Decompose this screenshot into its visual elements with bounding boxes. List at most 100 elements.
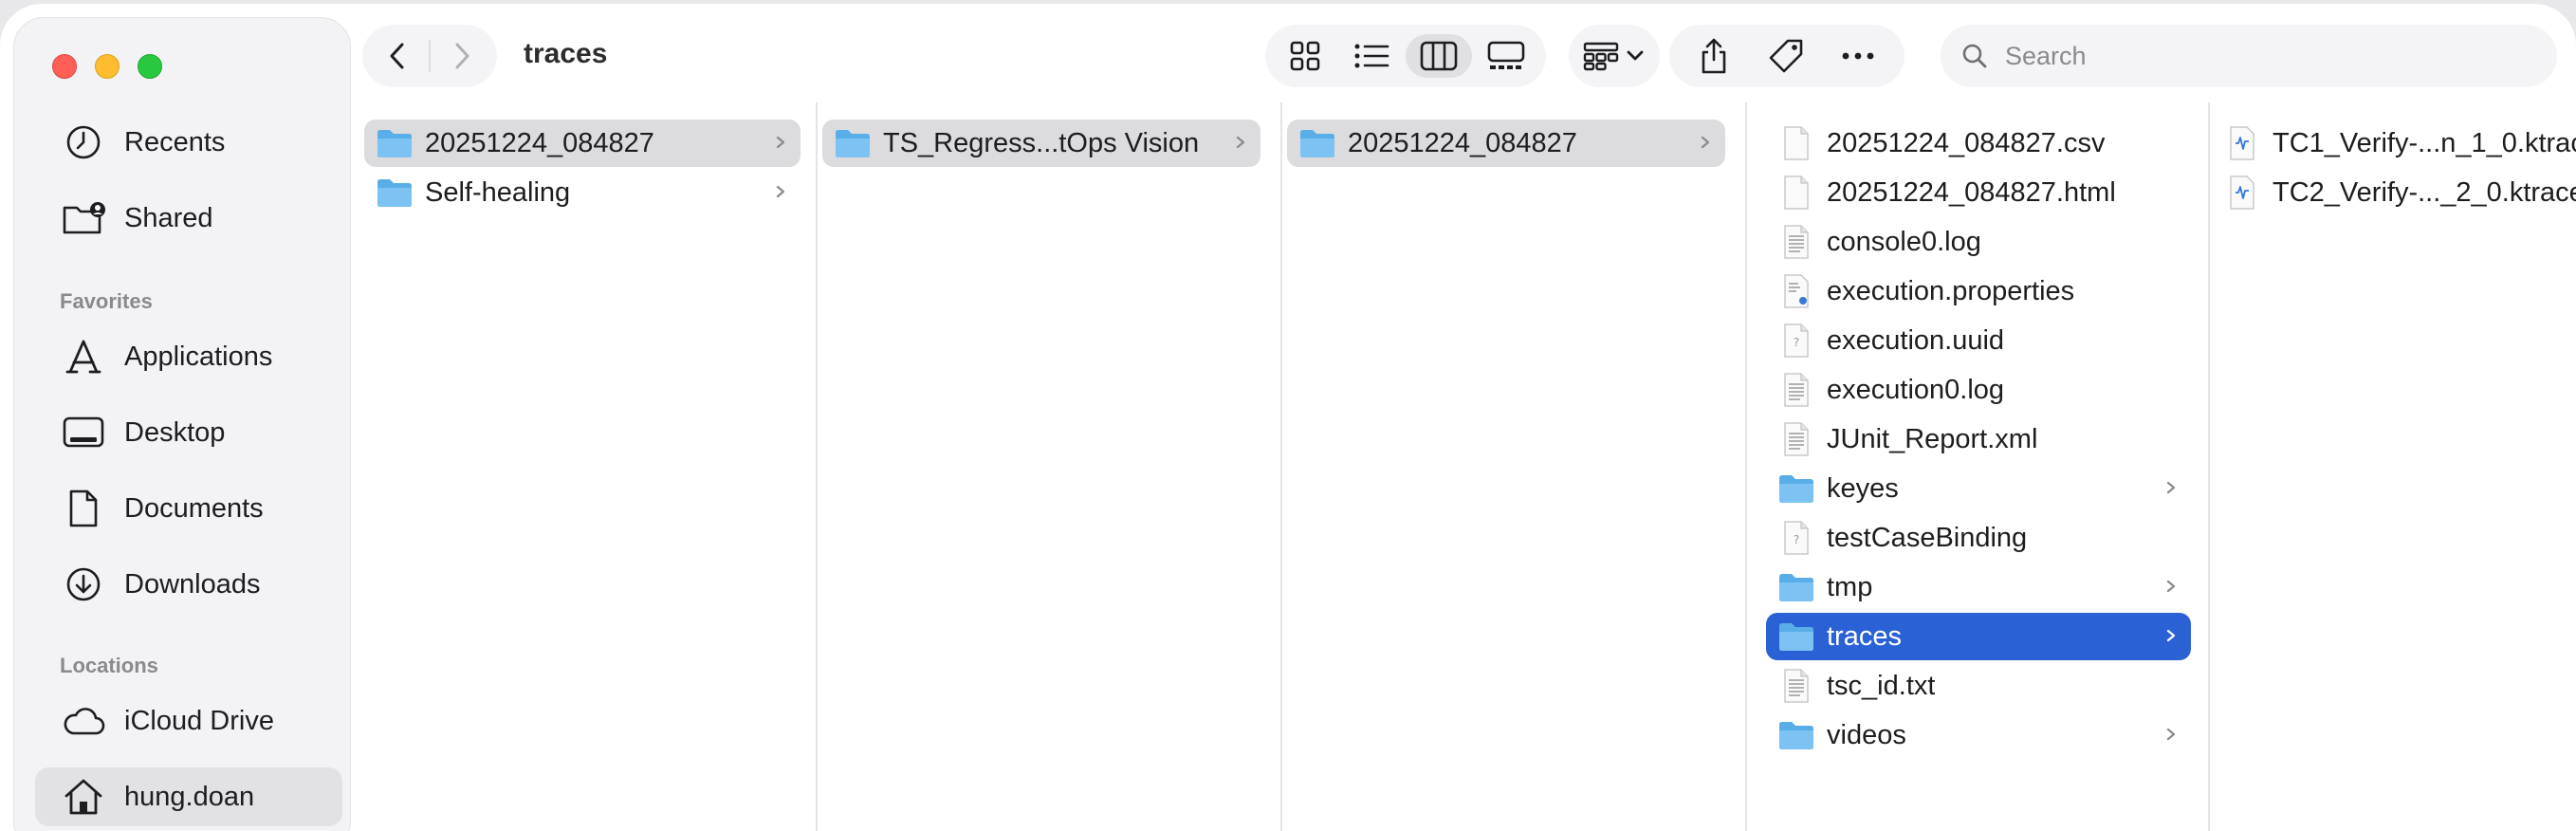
folder-row[interactable]: TS_Regress...tOps Vision [822, 120, 1260, 167]
applications-icon [62, 335, 105, 379]
item-name: TC1_Verify-...n_1_0.ktrace [2272, 127, 2576, 158]
locations-header: Locations [60, 654, 158, 677]
column-divider[interactable] [1745, 102, 1747, 831]
list-view-button[interactable] [1341, 34, 1402, 78]
folder-row[interactable]: videos [1766, 711, 2191, 759]
file-row[interactable]: execution.properties [1766, 268, 2191, 315]
unknown-file-icon: ? [1777, 323, 1815, 358]
column-divider[interactable] [1280, 102, 1282, 831]
sidebar-item-label: Desktop [124, 416, 226, 448]
item-name: TS_Regress...tOps Vision [883, 127, 1200, 158]
forward-button[interactable] [438, 34, 486, 78]
item-name: execution.properties [1827, 275, 2075, 306]
folder-icon [1777, 620, 1815, 653]
file-icon [1777, 175, 1815, 210]
sidebar-item-shared[interactable]: Shared [35, 189, 342, 248]
search-field[interactable] [1941, 25, 2557, 87]
zoom-window-button[interactable] [138, 54, 162, 79]
svg-text:?: ? [1794, 533, 1799, 546]
folder-icon [1777, 571, 1815, 603]
sidebar-item-icloud-drive[interactable]: iCloud Drive [35, 692, 342, 750]
chevron-right-icon [1234, 131, 1247, 154]
chevron-down-icon [1624, 46, 1647, 66]
text-file-icon [1777, 669, 1815, 703]
folder-row[interactable]: keyes [1766, 465, 2191, 512]
folder-row[interactable]: Self-healing [364, 169, 800, 216]
share-button[interactable] [1681, 32, 1747, 80]
folder-row[interactable]: 20251224_084827 [1287, 120, 1725, 167]
folder-icon [376, 176, 414, 209]
sidebar-item-applications[interactable]: Applications [35, 327, 342, 386]
close-window-button[interactable] [52, 54, 77, 79]
search-input[interactable] [2003, 40, 2496, 72]
list-icon [1354, 44, 1389, 68]
home-icon [62, 775, 105, 819]
folder-icon [1777, 719, 1815, 751]
shared-folder-icon [62, 196, 105, 240]
document-icon [62, 487, 105, 530]
item-name: testCaseBinding [1827, 522, 2028, 553]
file-row[interactable]: execution0.log [1766, 366, 2191, 414]
item-name: TC2_Verify-..._2_0.ktrace [2272, 176, 2576, 208]
more-button[interactable] [1825, 32, 1891, 80]
cloud-icon [62, 699, 105, 743]
tags-button[interactable] [1753, 32, 1819, 80]
file-row[interactable]: ? execution.uuid [1766, 317, 2191, 364]
download-icon [62, 563, 105, 606]
share-icon [1702, 38, 1726, 74]
sidebar-item-home[interactable]: hung.doan [35, 767, 342, 826]
navigation-group [362, 25, 497, 87]
properties-file-icon [1777, 274, 1815, 308]
sidebar-item-desktop[interactable]: Desktop [35, 403, 342, 462]
text-file-icon [1777, 225, 1815, 259]
gallery-view-button[interactable] [1476, 34, 1536, 78]
back-button[interactable] [374, 34, 421, 78]
favorites-header: Favorites [60, 289, 153, 313]
svg-text:?: ? [1794, 336, 1799, 349]
minimize-window-button[interactable] [95, 54, 120, 79]
item-name: tmp [1827, 571, 1873, 602]
chevron-right-icon [2164, 476, 2178, 499]
sidebar-item-label: Recents [124, 126, 226, 157]
sidebar-item-label: Applications [124, 341, 273, 372]
item-name: keyes [1827, 472, 1899, 504]
sidebar-item-label: Downloads [124, 568, 261, 600]
view-mode-group [1265, 25, 1546, 87]
file-row[interactable]: TC1_Verify-...n_1_0.ktrace [2212, 120, 2576, 167]
sidebar-item-recents[interactable]: Recents [35, 113, 342, 172]
folder-icon [834, 127, 872, 159]
file-row[interactable]: console0.log [1766, 218, 2191, 266]
grid-icon [1290, 41, 1320, 71]
sidebar-item-downloads[interactable]: Downloads [35, 555, 342, 614]
file-row[interactable]: ? testCaseBinding [1766, 514, 2191, 562]
folder-row[interactable]: traces [1766, 613, 2191, 660]
sidebar-item-label: Documents [124, 492, 264, 524]
item-name: Self-healing [425, 176, 571, 208]
file-row[interactable]: 20251224_084827.html [1766, 169, 2191, 216]
file-row[interactable]: TC2_Verify-..._2_0.ktrace [2212, 169, 2576, 216]
item-name: traces [1827, 620, 1902, 652]
icon-view-button[interactable] [1275, 34, 1335, 78]
sidebar: Recents Shared Favorites Applications De… [13, 17, 351, 831]
chevron-right-icon [1699, 131, 1712, 154]
folder-row[interactable]: 20251224_084827 [364, 120, 800, 167]
column-divider[interactable] [816, 102, 818, 831]
finder-window: Recents Shared Favorites Applications De… [0, 4, 2576, 831]
file-row[interactable]: 20251224_084827.csv [1766, 120, 2191, 167]
sidebar-item-documents[interactable]: Documents [35, 479, 342, 538]
item-name: 20251224_084827 [1348, 127, 1577, 158]
file-row[interactable]: JUnit_Report.xml [1766, 416, 2191, 463]
columns-icon [1420, 41, 1458, 71]
trace-file-icon [2223, 175, 2261, 210]
folder-icon [1298, 127, 1336, 159]
folder-row[interactable]: tmp [1766, 563, 2191, 611]
chevron-right-icon [455, 43, 469, 69]
column-view-button[interactable] [1408, 34, 1470, 78]
file-row[interactable]: tsc_id.txt [1766, 662, 2191, 710]
column-divider[interactable] [2208, 102, 2210, 831]
sidebar-item-label: iCloud Drive [124, 705, 274, 736]
text-file-icon [1777, 422, 1815, 456]
unknown-file-icon: ? [1777, 521, 1815, 555]
group-by-button[interactable] [1569, 25, 1660, 87]
desktop-icon [62, 411, 105, 454]
